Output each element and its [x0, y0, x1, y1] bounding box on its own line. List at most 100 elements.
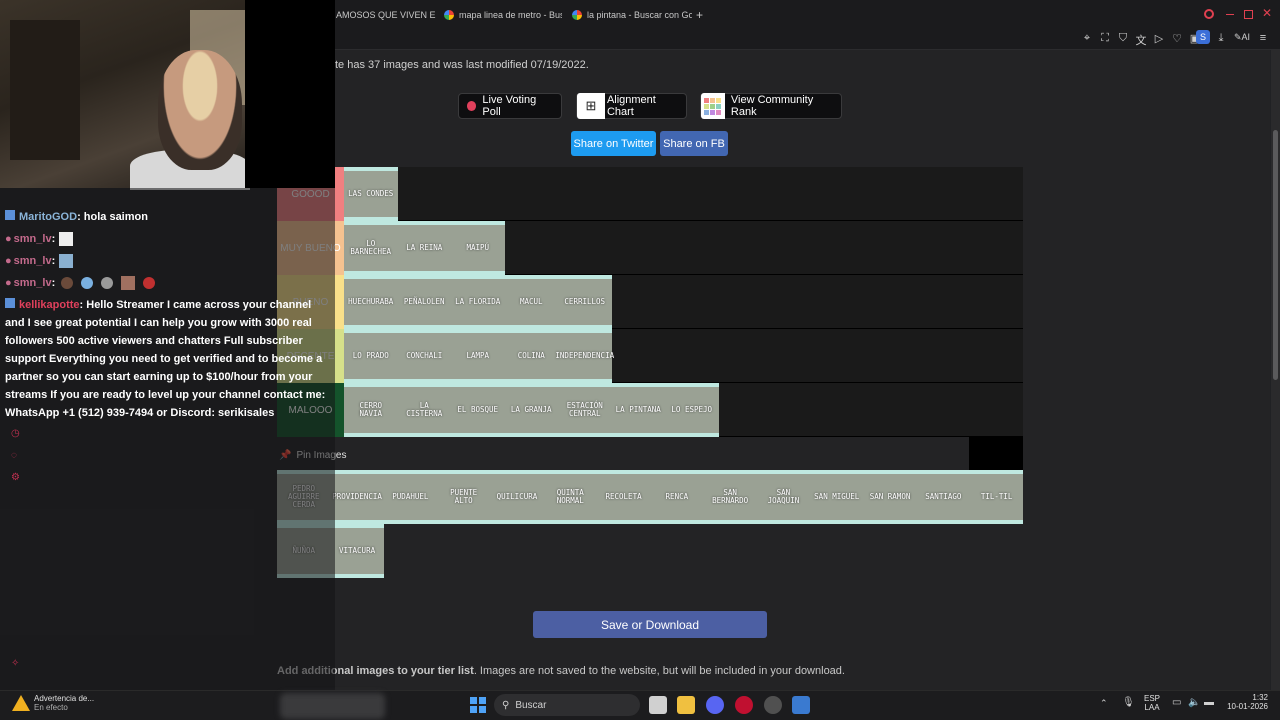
tier-item[interactable]: LA FLORIDA — [451, 275, 505, 329]
pool-item[interactable]: SAN JOAQUIN — [756, 470, 811, 524]
alignment-chart-button[interactable]: ⊞ Alignment Chart — [576, 93, 687, 119]
sparkle-icon[interactable]: ✧ — [11, 658, 23, 670]
file-explorer-icon[interactable] — [677, 696, 695, 714]
tier-row[interactable]: GOOODLAS CONDES — [277, 167, 1023, 275]
obs-icon[interactable] — [764, 696, 782, 714]
browser-tab[interactable]: AMOSOS QUE VIVEN EN — [336, 6, 436, 24]
new-tab-button[interactable]: + — [696, 6, 708, 24]
record-icon — [467, 101, 477, 111]
windows-taskbar — [0, 690, 1280, 720]
discord-icon[interactable] — [706, 696, 724, 714]
emote-icon — [59, 232, 74, 247]
tier-item[interactable]: PEÑALOLEN — [397, 275, 451, 329]
tier-item[interactable]: HUECHURABA — [344, 275, 398, 329]
pool-item[interactable]: VITACURA — [330, 524, 384, 578]
tier-item[interactable]: COLINA — [504, 329, 558, 383]
menu-icon[interactable]: ≡ — [1256, 32, 1270, 44]
pool-item[interactable]: SANTIAGO — [916, 470, 971, 524]
pool-item[interactable]: PUDAHUEL — [383, 470, 438, 524]
chat-text-line: WhatsApp +1 (512) 939-7494 or Discord: s… — [5, 407, 275, 419]
pool-item[interactable]: QUINTA NORMAL — [543, 470, 597, 524]
shield-icon[interactable]: ⛉ — [1116, 32, 1130, 45]
search-placeholder: Buscar — [515, 699, 547, 711]
microphone-icon[interactable]: 🎙 — [1122, 697, 1135, 708]
ai-button[interactable]: ✎AI — [1232, 32, 1252, 43]
tier-row[interactable]: MALOOOCERRO NAVIALA CISTERNAEL BOSQUELA … — [277, 383, 1023, 491]
pool-item[interactable]: PUENTE ALTO — [436, 470, 491, 524]
grid-icon: ⊞ — [577, 93, 605, 119]
browser-tab[interactable]: mapa linea de metro - Bus — [444, 6, 562, 24]
tier-item[interactable]: CERRO NAVIA — [344, 383, 398, 437]
unranked-images-pool: PEDRO AGUIRRE CERDAPROVIDENCIAPUDAHUELPU… — [277, 470, 1024, 578]
save-download-button[interactable]: Save or Download — [533, 611, 767, 638]
play-icon[interactable]: ▷ — [1152, 32, 1166, 45]
maximize-icon[interactable] — [1244, 10, 1253, 19]
close-icon[interactable]: ✕ — [1262, 6, 1272, 20]
profile-avatar[interactable]: S — [1196, 30, 1210, 44]
browser-tab[interactable]: la pintana - Buscar con Go — [572, 6, 692, 24]
tier-item[interactable]: EL BOSQUE — [451, 383, 505, 437]
scrollbar-thumb[interactable] — [1273, 130, 1278, 380]
pin-icon[interactable]: ⌖ — [1080, 32, 1094, 45]
windows-start-icon[interactable] — [470, 697, 486, 713]
taskbar-search-box[interactable]: ⚲ Buscar — [494, 694, 640, 716]
tier-item[interactable]: LA REINA — [397, 221, 451, 275]
pool-item[interactable]: PROVIDENCIA — [330, 470, 384, 524]
tier-item[interactable]: MACUL — [504, 275, 558, 329]
clock-icon[interactable]: ◷ — [11, 428, 23, 440]
weather-widget[interactable]: Advertencia de... En efecto — [34, 694, 94, 712]
opera-icon[interactable] — [735, 696, 753, 714]
chat-bubble-icon[interactable]: ◌ — [11, 450, 23, 462]
webcam-black-area — [245, 0, 335, 188]
blurred-taskbar-area — [280, 693, 385, 719]
minimize-icon[interactable] — [1226, 14, 1234, 15]
pool-item[interactable]: SAN RAMON — [863, 470, 917, 524]
pool-item[interactable]: RENCA — [650, 470, 704, 524]
language-indicator[interactable]: ESP LAA — [1144, 694, 1160, 712]
tier-row[interactable]: BUENOHUECHURABAPEÑALOLENLA FLORIDAMACULC… — [277, 275, 1023, 383]
share-twitter-button[interactable]: Share on Twitter — [571, 131, 656, 156]
pool-item[interactable]: RECOLETA — [596, 470, 651, 524]
heart-icon[interactable]: ♡ — [1170, 32, 1184, 45]
share-fb-button[interactable]: Share on FB — [660, 131, 728, 156]
tier-item[interactable]: LAS CONDES — [344, 167, 398, 221]
pool-item[interactable]: QUILICURA — [490, 470, 544, 524]
tier-item[interactable]: LA GRANJA — [504, 383, 558, 437]
badge-icon — [5, 210, 15, 220]
tier-item[interactable]: LA CISTERNA — [397, 383, 451, 437]
pool-item[interactable]: TIL-TIL — [969, 470, 1024, 524]
tier-item[interactable]: CONCHALI — [397, 329, 451, 383]
volume-icon[interactable]: 🔈 — [1188, 697, 1200, 708]
tier-item[interactable]: LO BARNECHEA — [344, 221, 398, 275]
tier-item[interactable]: ESTACIÓN CENTRAL — [558, 383, 612, 437]
tier-item[interactable]: MAIPÚ — [451, 221, 505, 275]
tier-item[interactable]: LO PRADO — [344, 329, 398, 383]
task-view-icon[interactable] — [649, 696, 667, 714]
network-icon[interactable]: ▭ — [1172, 697, 1181, 708]
pool-item[interactable]: SAN MIGUEL — [810, 470, 864, 524]
chat-message: ● smn_lv: — [5, 253, 74, 271]
app-icon[interactable] — [792, 696, 810, 714]
tier-item[interactable]: LAMPA — [451, 329, 505, 383]
clock-widget[interactable]: 1:32 10-01-2026 — [1224, 693, 1268, 711]
community-rank-button[interactable]: View Community Rank — [700, 93, 842, 119]
tier-item[interactable]: INDEPENDENCIA — [555, 329, 614, 383]
translate-icon[interactable]: 文 — [1134, 32, 1148, 48]
tier-item[interactable]: LO ESPEJO — [665, 383, 719, 437]
settings-icon[interactable]: ⚙ — [11, 472, 23, 484]
search-icon[interactable] — [1204, 9, 1214, 19]
screenshot-icon[interactable]: ⛶ — [1098, 32, 1112, 45]
tier-row[interactable]: DECENTELO PRADOCONCHALILAMPACOLINAINDEPE… — [277, 329, 1023, 437]
download-icon[interactable]: ⤓ — [1214, 32, 1228, 45]
live-voting-button[interactable]: Live Voting Poll — [458, 93, 562, 119]
tier-item[interactable]: LA PINTANA — [611, 383, 665, 437]
emote-icon — [121, 276, 136, 291]
tier-item[interactable]: CERRILLOS — [558, 275, 612, 329]
chat-text: : — [51, 277, 56, 289]
chevron-up-icon[interactable]: ⌃ — [1100, 698, 1108, 709]
emote-icon — [143, 277, 156, 290]
tier-row[interactable]: MUY BUENOLO BARNECHEALA REINAMAIPÚ — [277, 221, 1023, 329]
chat-username: MaritoGOD — [19, 211, 78, 223]
battery-icon[interactable]: ▬ — [1204, 697, 1214, 708]
pool-item[interactable]: SAN BERNARDO — [703, 470, 757, 524]
